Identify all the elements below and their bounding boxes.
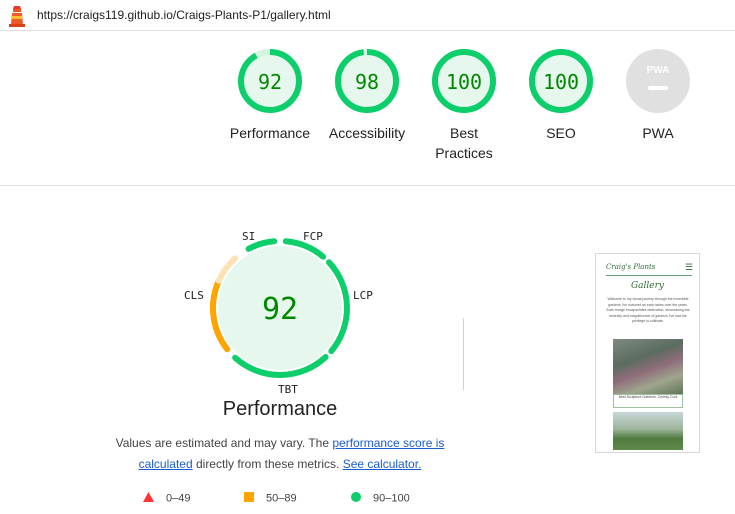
square-icon [244, 492, 254, 505]
gauge-ring: 100 [432, 49, 496, 113]
screenshot-header-line [606, 275, 692, 276]
vertical-divider [463, 318, 464, 390]
page-url[interactable]: https://craigs119.github.io/Craigs-Plant… [37, 8, 331, 22]
gauge-score: 100 [446, 70, 482, 94]
legend-average: 50–89 [244, 492, 297, 505]
performance-description: Values are estimated and may vary. The p… [115, 436, 445, 471]
category-gauges: 92 Performance 98 Accessibility 100 Best… [220, 48, 690, 173]
pwa-badge-icon: PWA [626, 49, 690, 113]
svg-text:PWA: PWA [647, 65, 670, 76]
gauge-score: 92 [258, 70, 282, 94]
lighthouse-icon [8, 5, 26, 32]
performance-ring: 92 [210, 238, 350, 378]
gauge-label: Performance [229, 125, 311, 141]
gauge-pwa[interactable]: PWA PWA [608, 48, 708, 143]
screenshot-brand: Craig's Plants [606, 263, 656, 271]
section-divider [0, 185, 735, 186]
top-bar: https://craigs119.github.io/Craigs-Plant… [0, 0, 735, 31]
gauge-ring: 100 [529, 49, 593, 113]
circle-icon [351, 492, 361, 505]
gauge-score: 100 [543, 70, 579, 94]
gauge-best-practices[interactable]: 100 Best Practices [414, 48, 514, 163]
final-screenshot[interactable]: Craig's Plants ☰ Gallery Welcome to my v… [595, 253, 700, 453]
performance-title: Performance [222, 398, 338, 420]
performance-gauge: 92 SI FCP LCP TBT CLS [175, 228, 385, 403]
metric-label-fcp: FCP [303, 230, 323, 243]
gauge-seo[interactable]: 100 SEO [511, 48, 611, 143]
screenshot-photo [613, 339, 683, 394]
gauge-performance[interactable]: 92 Performance [220, 48, 320, 143]
gauge-ring: 98 [335, 49, 399, 113]
performance-score: 92 [262, 292, 298, 327]
gauge-label: PWA [642, 125, 674, 141]
gauge-ring: 92 [238, 49, 302, 113]
screenshot-heading: Gallery [630, 281, 665, 291]
gauge-label: SEO [546, 125, 576, 141]
legend-fail: 0–49 [143, 492, 190, 505]
metric-label-lcp: LCP [353, 289, 373, 302]
hamburger-menu-icon: ☰ [685, 262, 694, 272]
see-calculator-link[interactable]: See calculator. [343, 457, 422, 471]
metric-label-cls: CLS [184, 289, 204, 302]
gauge-score: 98 [355, 70, 379, 94]
metric-label-si: SI [242, 230, 256, 243]
metric-label-tbt: TBT [278, 383, 298, 396]
gauge-label: Accessibility [328, 125, 406, 141]
screenshot-caption: Best Sculpture Gardens, Ceredy Cork [613, 394, 683, 408]
gauge-label: Best Practices [435, 125, 493, 161]
screenshot-intro: Welcome to my visual journey through the… [606, 297, 690, 323]
gauge-accessibility[interactable]: 98 Accessibility [317, 48, 417, 143]
screenshot-photo [613, 412, 683, 450]
triangle-icon [143, 492, 154, 505]
legend-pass: 90–100 [351, 492, 410, 505]
